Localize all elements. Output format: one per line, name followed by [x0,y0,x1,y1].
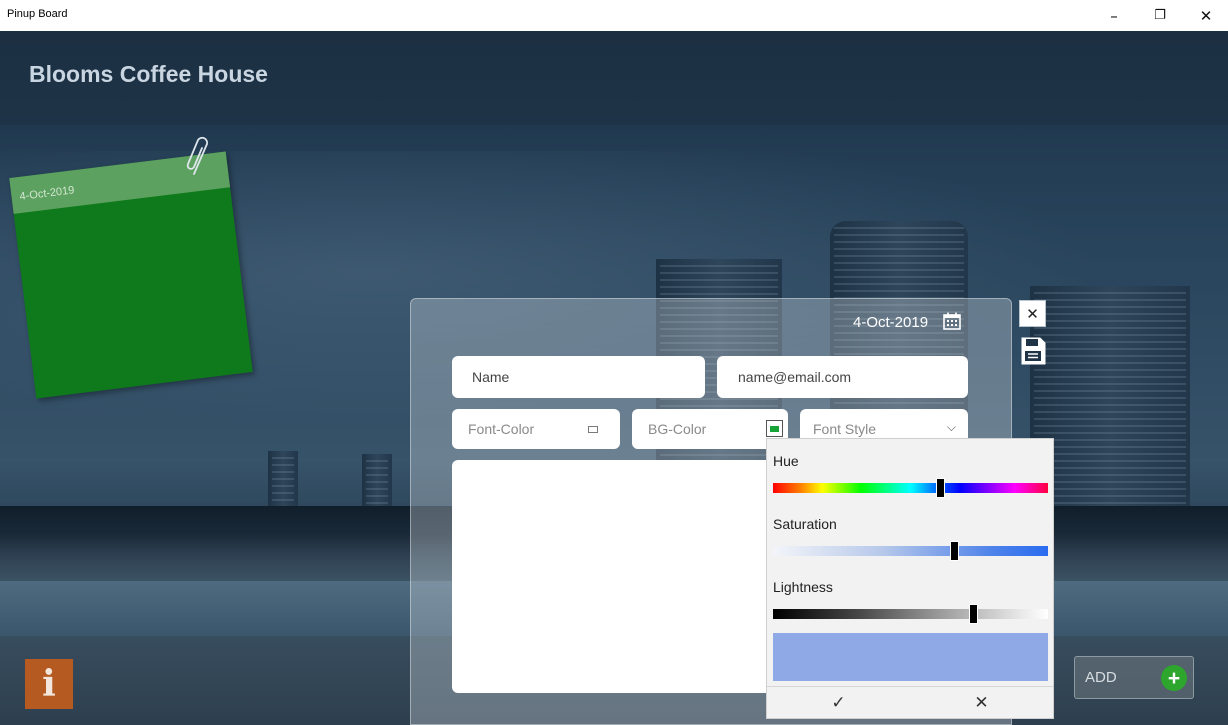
hue-label: Hue [773,453,799,469]
hue-slider-thumb[interactable] [936,478,945,498]
note-text-area[interactable] [452,460,782,693]
close-editor-button[interactable]: ✕ [1019,300,1046,327]
saturation-slider[interactable] [773,541,1048,561]
font-color-label: Font-Color [468,421,535,437]
cancel-color-button[interactable]: ✕ [910,687,1053,719]
window-title: Pinup Board [7,8,68,20]
saturation-slider-thumb[interactable] [950,541,959,561]
add-label: ADD [1085,669,1117,686]
info-button[interactable]: i [25,659,73,709]
app-title: Blooms Coffee House [29,61,268,87]
font-color-field[interactable]: Font-Color [452,409,620,449]
bg-color-field[interactable]: BG-Color [632,409,788,449]
window-titlebar: Pinup Board – ❐ ✕ [0,0,1228,31]
add-button[interactable]: ADD + [1074,656,1194,699]
saturation-label: Saturation [773,516,837,532]
note-date-display: 4-Oct-2019 [853,314,929,331]
color-picker-flyout: Hue Saturation Lightness ✓ ✕ [766,438,1054,719]
lightness-slider[interactable] [773,604,1048,624]
bg-color-swatch-icon[interactable] [766,420,783,437]
calendar-icon[interactable] [942,311,962,331]
maximize-button[interactable]: ❐ [1137,0,1183,31]
minimize-button[interactable]: – [1091,0,1137,31]
sticky-note[interactable]: 4-Oct-2019 [9,151,253,399]
color-preview [773,633,1048,681]
lightness-slider-thumb[interactable] [969,604,978,624]
email-field[interactable]: name@email.com [717,356,968,398]
save-icon[interactable] [1019,336,1047,366]
plus-icon: + [1161,665,1187,691]
font-color-swatch-icon[interactable] [588,426,598,433]
name-field[interactable]: Name [452,356,705,398]
lightness-label: Lightness [773,579,833,595]
bg-color-label: BG-Color [648,421,707,437]
chevron-down-icon: ⌵ [946,420,956,434]
font-style-label: Font Style [813,421,877,437]
paperclip-icon [186,136,209,175]
close-window-button[interactable]: ✕ [1183,0,1228,31]
app-header: Blooms Coffee House [0,31,1228,125]
confirm-color-button[interactable]: ✓ [767,687,910,719]
hue-slider[interactable] [773,478,1048,498]
